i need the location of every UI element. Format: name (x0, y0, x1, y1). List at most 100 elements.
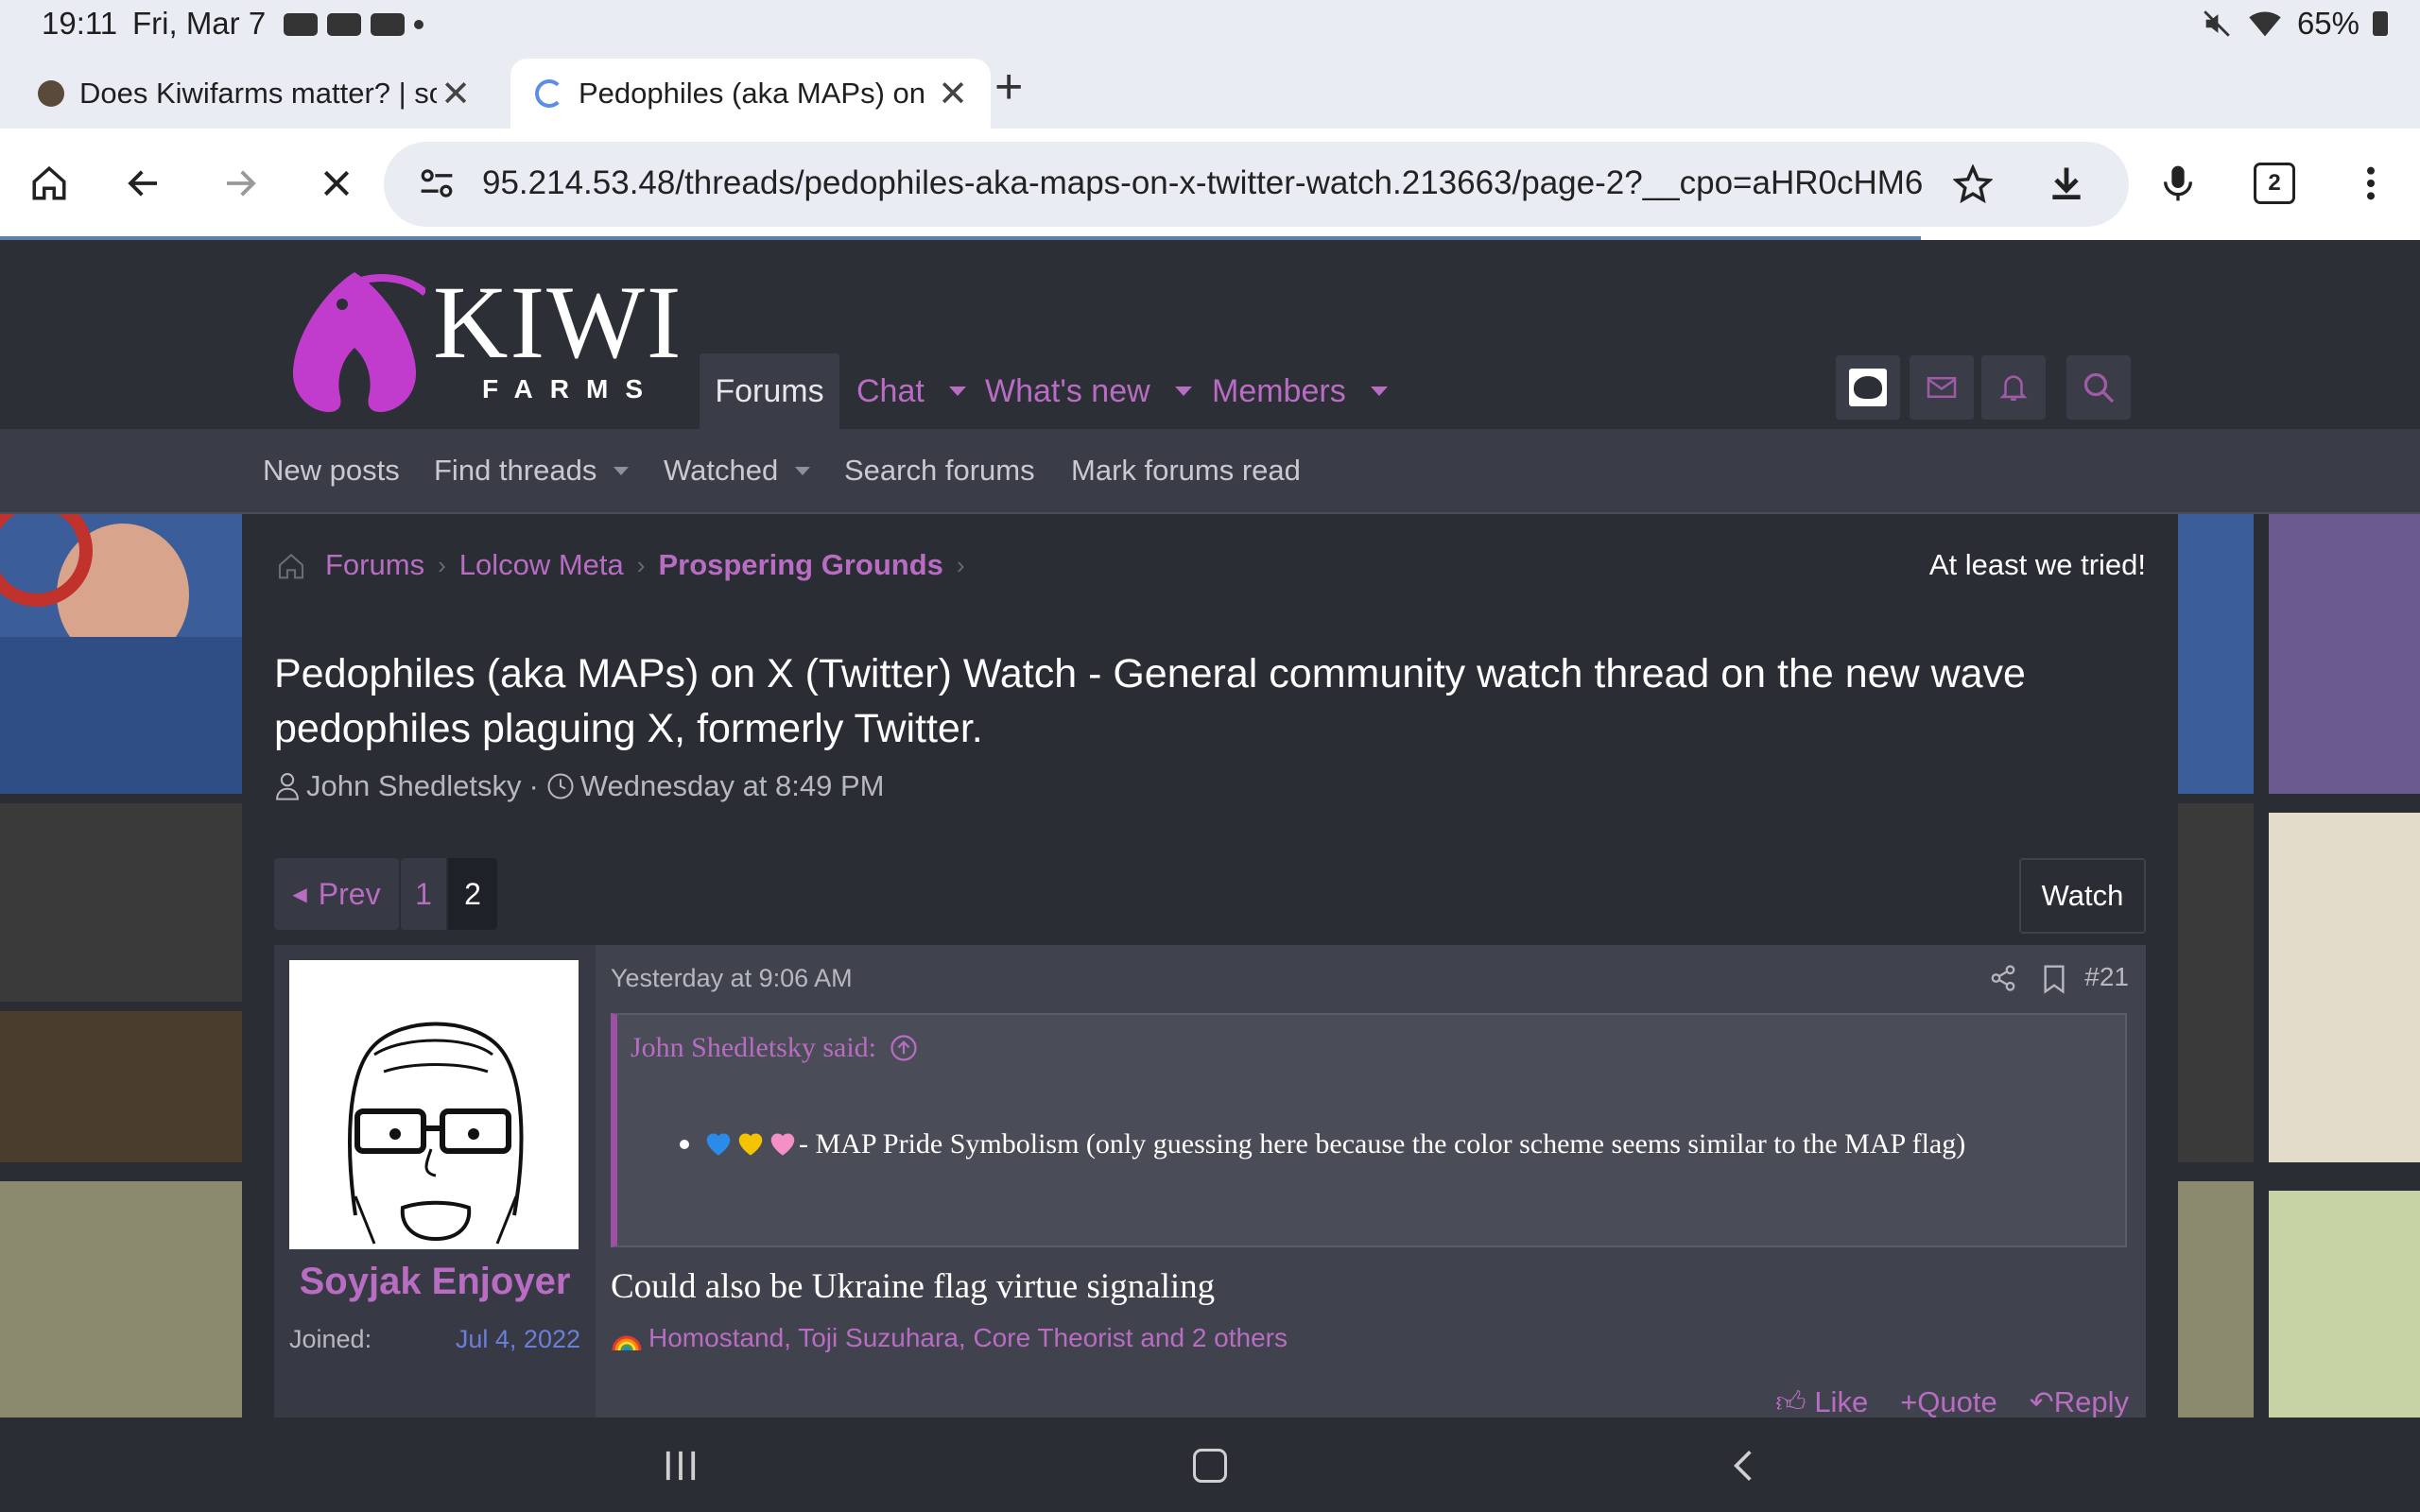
clock-icon (547, 773, 574, 799)
forward-button[interactable] (210, 153, 270, 214)
reply-arrow-icon: ↶ (2029, 1385, 2054, 1418)
chevron-right-icon: › (438, 550, 446, 579)
post-number[interactable]: #21 (2084, 962, 2129, 992)
download-icon[interactable] (2046, 163, 2087, 204)
like-button[interactable]: 👍︎ Like (1775, 1385, 1868, 1418)
pagination-page-1[interactable]: 1 (401, 858, 446, 930)
reactions-list[interactable]: Homostand, Toji Suzuhara, Core Theorist … (648, 1323, 1288, 1353)
breadcrumb-prospering-grounds[interactable]: Prospering Grounds (658, 548, 942, 582)
chevron-left-icon: ◀ (292, 884, 307, 905)
url-text[interactable]: 95.214.53.48/threads/pedophiles-aka-maps… (482, 164, 1938, 202)
joined-label: Joined: (289, 1325, 372, 1353)
chevron-down-icon[interactable] (614, 466, 630, 475)
joined-date: Jul 4, 2022 (455, 1325, 580, 1353)
menu-icon (2367, 166, 2375, 200)
subnav-search-forums[interactable]: Search forums (844, 454, 1035, 488)
background-art-right (2178, 514, 2420, 1418)
close-tab-icon[interactable]: ✕ (437, 73, 475, 115)
quote-attribution[interactable]: John Shedletsky said: (631, 1032, 918, 1064)
thread-author[interactable]: John Shedletsky (306, 769, 521, 803)
sub-navigation: New posts Find threads Watched Search fo… (0, 429, 2420, 514)
subnav-find-threads[interactable]: Find threads (434, 454, 630, 488)
subnav-new-posts[interactable]: New posts (263, 454, 400, 488)
voice-search-button[interactable] (2148, 153, 2208, 214)
nav-tab-forums[interactable]: Forums (700, 353, 839, 429)
thread-date[interactable]: Wednesday at 8:49 PM (580, 769, 885, 803)
nav-tab-whats-new[interactable]: What's new (985, 353, 1192, 429)
tabs-icon: 2 (2254, 163, 2295, 204)
breadcrumb-forums[interactable]: Forums (325, 548, 424, 582)
browser-menu-button[interactable] (2341, 153, 2401, 214)
nav-tab-label: What's new (985, 372, 1150, 409)
comic-panel (2269, 1191, 2420, 1418)
status-right: 65% (2201, 6, 2388, 42)
soyjak-favicon-icon (38, 80, 64, 107)
new-tab-button[interactable]: + (994, 59, 1023, 115)
account-avatar-button[interactable] (1836, 355, 1900, 420)
nav-tab-chat[interactable]: Chat (856, 353, 966, 429)
post-date[interactable]: Yesterday at 9:06 AM (611, 964, 853, 993)
nav-tab-members[interactable]: Members (1212, 353, 1388, 429)
tab-switcher-button[interactable]: 2 (2244, 153, 2305, 214)
comic-panel (2269, 514, 2420, 794)
chevron-down-icon[interactable] (1174, 387, 1192, 396)
search-button[interactable] (2066, 355, 2131, 420)
close-tab-icon[interactable]: ✕ (934, 73, 972, 115)
tab-pedophiles-watch[interactable]: Pedophiles (aka MAPs) on X (Twitter) Wat… (510, 59, 991, 129)
home-nav-button[interactable] (1182, 1442, 1238, 1489)
breadcrumb-lolcow-meta[interactable]: Lolcow Meta (459, 548, 624, 582)
mic-icon (2164, 165, 2192, 201)
chevron-down-icon[interactable] (948, 387, 966, 396)
meta-separator: · (528, 769, 539, 802)
pagination-page-2[interactable]: 2 (448, 858, 497, 930)
reactions-bar[interactable]: Homostand, Toji Suzuhara, Core Theorist … (611, 1323, 1288, 1353)
quote-label: Quote (1917, 1385, 1997, 1418)
recents-button[interactable] (652, 1442, 709, 1489)
tab-kiwifarms-matter[interactable]: Does Kiwifarms matter? | soyjak ✕ (13, 59, 493, 129)
address-bar[interactable]: 95.214.53.48/threads/pedophiles-aka-maps… (384, 142, 2129, 227)
comic-panel (2178, 514, 2254, 794)
inbox-button[interactable] (1910, 355, 1974, 420)
android-navigation-bar (0, 1418, 2420, 1512)
tab-title: Pedophiles (aka MAPs) on X (Twitter) Wat… (579, 77, 934, 110)
kiwi-bird-logo-icon (293, 272, 425, 412)
quote-button[interactable]: +Quote (1900, 1385, 1997, 1418)
post-body: Yesterday at 9:06 AM #21 John Shedletsky… (596, 945, 2146, 1418)
star-icon[interactable] (1953, 164, 1993, 204)
browser-toolbar: 95.214.53.48/threads/pedophiles-aka-maps… (0, 129, 2420, 240)
wifi-icon (2249, 11, 2281, 37)
reply-button[interactable]: ↶Reply (2030, 1385, 2129, 1418)
comic-panel (2178, 803, 2254, 1162)
youtube-icon (327, 13, 361, 36)
avatar[interactable] (289, 960, 579, 1249)
share-icon[interactable] (1989, 964, 2017, 992)
chevron-down-icon[interactable] (795, 466, 811, 475)
android-status-bar: 19:11 Fri, Mar 7 65% (0, 0, 2420, 49)
home-icon[interactable] (276, 551, 306, 579)
site-motto: At least we tried! (1928, 548, 2146, 581)
post: Soyjak Enjoyer Joined: Jul 4, 2022 Yeste… (274, 945, 2146, 1418)
site-settings-icon[interactable] (418, 166, 456, 200)
home-button[interactable] (19, 153, 79, 214)
subnav-watched[interactable]: Watched (664, 454, 811, 488)
stop-button[interactable] (306, 153, 367, 214)
battery-percent: 65% (2296, 6, 2360, 41)
alerts-button[interactable] (1981, 355, 2046, 420)
jump-to-quote-icon[interactable] (890, 1034, 918, 1062)
post-username[interactable]: Soyjak Enjoyer (274, 1261, 596, 1303)
subnav-mark-forums-read[interactable]: Mark forums read (1071, 454, 1301, 488)
home-square-icon (1193, 1449, 1227, 1483)
subnav-label: Watched (664, 454, 779, 487)
watch-thread-button[interactable]: Watch (2019, 858, 2146, 934)
prev-label: Prev (318, 876, 381, 911)
bookmark-icon[interactable] (2042, 964, 2066, 994)
back-button[interactable] (113, 153, 174, 214)
post-actions: 👍︎ Like +Quote ↶Reply (1775, 1385, 2129, 1418)
kiwifarms-logo[interactable]: KIWI FARMS (284, 253, 700, 414)
chevron-down-icon[interactable] (1370, 387, 1388, 396)
thumbs-up-icon: 👍︎ (1775, 1385, 1806, 1418)
pagination-prev-button[interactable]: ◀ Prev (274, 858, 399, 930)
search-icon (2083, 372, 2115, 404)
recents-icon (666, 1451, 696, 1481)
back-nav-button[interactable] (1715, 1442, 1772, 1489)
